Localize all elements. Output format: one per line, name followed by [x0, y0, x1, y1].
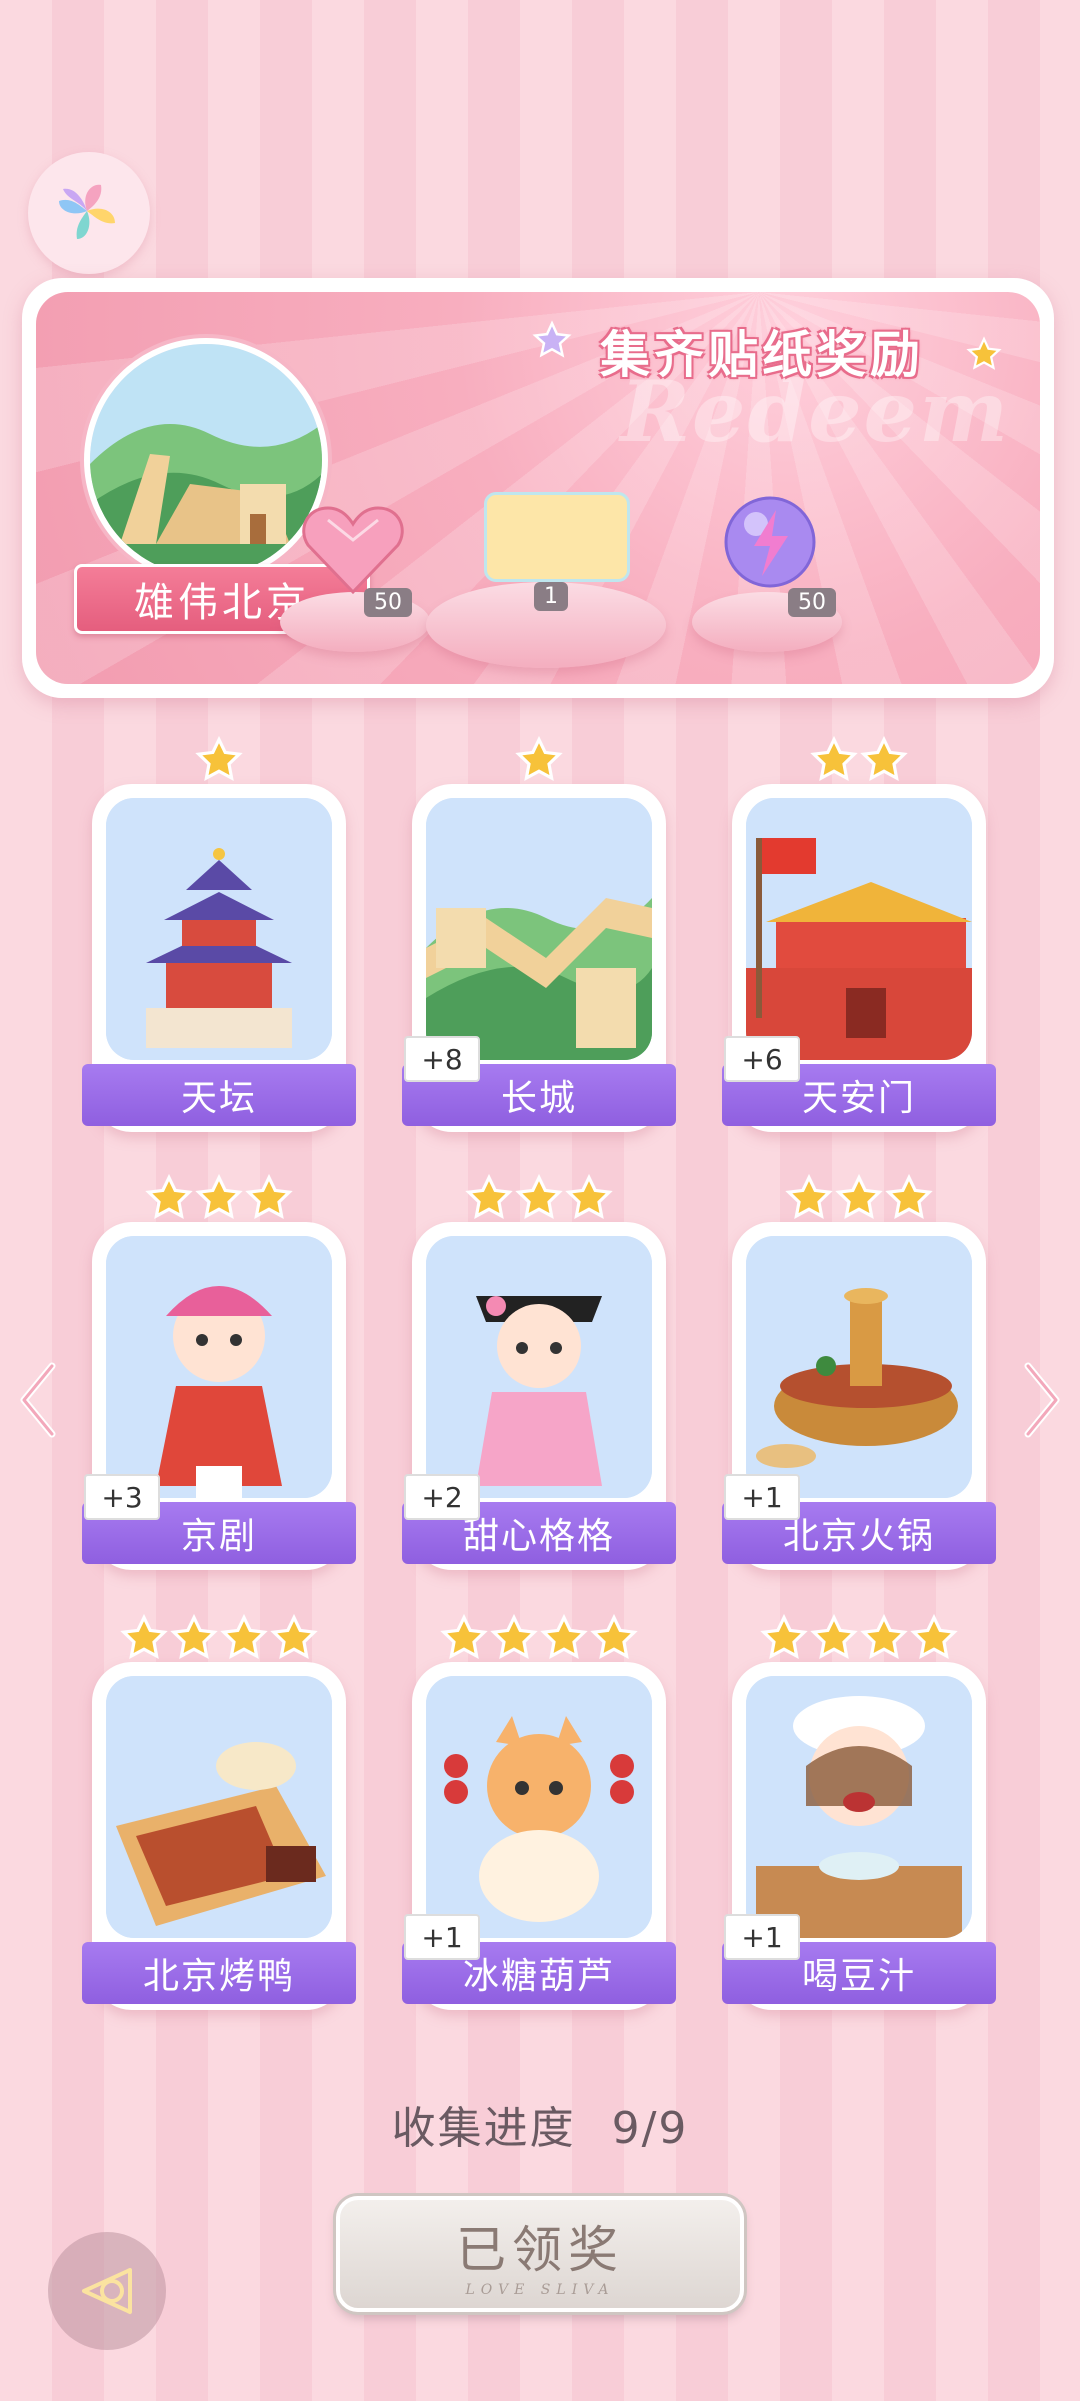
star-icon: [785, 1173, 833, 1226]
sticker-card[interactable]: 京剧 +3: [82, 1173, 356, 1576]
banner-title: 集齐贴纸奖励: [600, 326, 924, 384]
peking-opera-icon: [106, 1236, 332, 1498]
card-illustration: [106, 798, 332, 1060]
star-icon: [565, 1173, 613, 1226]
hotpot-icon: [746, 1236, 972, 1498]
sticker-card[interactable]: 天安门 +6: [722, 735, 996, 1138]
card-stars: [732, 735, 986, 788]
card-stars: [412, 1173, 666, 1226]
card-illustration: [106, 1676, 332, 1938]
claimed-button[interactable]: 已领奖 LOVE SLIVA: [336, 2196, 744, 2312]
card-label: 天坛: [82, 1064, 356, 1126]
card-illustration: [106, 1236, 332, 1498]
card-stars: [92, 735, 346, 788]
pink-heart-gem-icon: [302, 506, 404, 595]
star-icon: [810, 1613, 858, 1666]
card-illustration: [426, 1236, 652, 1498]
card-stars: [412, 735, 666, 788]
duplicate-count-badge: +2: [404, 1474, 480, 1520]
star-icon: [515, 735, 563, 788]
great-wall-medal: [84, 338, 328, 582]
sticker-reward-banner: Redeem 集齐贴纸奖励 雄伟北京 50 1 50: [22, 278, 1054, 698]
card-stars: [732, 1613, 986, 1666]
star-icon: [145, 1173, 193, 1226]
reward-count-badge: 50: [788, 588, 836, 617]
douzhi-girl-icon: [746, 1676, 972, 1938]
sticker-card[interactable]: 天坛: [82, 735, 356, 1138]
candied-haws-cat-icon: [426, 1676, 652, 1938]
star-icon: [440, 1613, 488, 1666]
qing-princess-icon: [426, 1236, 652, 1498]
reward-count-badge: 50: [364, 588, 412, 617]
sticker-card[interactable]: 甜心格格 +2: [402, 1173, 676, 1576]
star-icon: [810, 735, 858, 788]
great-wall-icon: [90, 344, 322, 576]
star-icon: [270, 1613, 318, 1666]
next-arrow-icon[interactable]: [1020, 1360, 1064, 1440]
card-stars: [92, 1613, 346, 1666]
star-icon: [860, 1613, 908, 1666]
star-icon: [910, 1613, 958, 1666]
gold-star-icon: [966, 336, 1002, 370]
star-icon: [515, 1173, 563, 1226]
temple-of-heaven-icon: [106, 798, 332, 1060]
star-icon: [590, 1613, 638, 1666]
star-icon: [220, 1613, 268, 1666]
duplicate-count-badge: +1: [724, 1474, 800, 1520]
card-illustration: [746, 798, 972, 1060]
card-stars: [732, 1173, 986, 1226]
sticker-card-icon: [484, 492, 630, 582]
card-illustration: [746, 1676, 972, 1938]
sticker-card[interactable]: 冰糖葫芦 +1: [402, 1613, 676, 2016]
progress-label: 收集进度: [391, 2103, 576, 2154]
pinwheel-logo-icon: [59, 184, 115, 239]
star-icon: [835, 1173, 883, 1226]
sticker-card[interactable]: 喝豆汁 +1: [722, 1613, 996, 2016]
card-illustration: [746, 1236, 972, 1498]
duplicate-count-badge: +1: [724, 1914, 800, 1960]
back-arrow-icon: [82, 2268, 132, 2314]
star-icon: [195, 735, 243, 788]
progress-value: 9/9: [611, 2103, 689, 2154]
roast-duck-icon: [106, 1676, 332, 1938]
card-illustration: [426, 1676, 652, 1938]
sticker-card[interactable]: 北京烤鸭: [82, 1613, 356, 2016]
back-button[interactable]: [48, 2232, 166, 2350]
card-stars: [92, 1173, 346, 1226]
tiananmen-icon: [746, 798, 972, 1060]
star-icon: [120, 1613, 168, 1666]
duplicate-count-badge: +1: [404, 1914, 480, 1960]
star-icon: [245, 1173, 293, 1226]
lavender-star-icon: [532, 320, 572, 358]
star-icon: [195, 1173, 243, 1226]
card-label: 北京烤鸭: [82, 1942, 356, 2004]
reward-count-badge: 1: [534, 582, 568, 611]
card-illustration: [426, 798, 652, 1060]
star-icon: [170, 1613, 218, 1666]
duplicate-count-badge: +3: [84, 1474, 160, 1520]
star-icon: [465, 1173, 513, 1226]
sticker-card[interactable]: 长城 +8: [402, 735, 676, 1138]
great-wall-icon: [426, 798, 652, 1060]
star-icon: [885, 1173, 933, 1226]
previous-arrow-icon[interactable]: [16, 1360, 60, 1440]
claimed-button-label: 已领奖: [456, 2221, 624, 2279]
duplicate-count-badge: +8: [404, 1036, 480, 1082]
duplicate-count-badge: +6: [724, 1036, 800, 1082]
star-icon: [860, 735, 908, 788]
star-icon: [540, 1613, 588, 1666]
collection-progress: 收集进度 9/9: [0, 2092, 1080, 2156]
sticker-card[interactable]: 北京火锅 +1: [722, 1173, 996, 1576]
claimed-button-sublabel: LOVE SLIVA: [465, 2282, 615, 2298]
star-icon: [490, 1613, 538, 1666]
lightning-orb-icon: [724, 496, 816, 588]
card-stars: [412, 1613, 666, 1666]
star-icon: [760, 1613, 808, 1666]
app-logo-button[interactable]: [28, 152, 150, 274]
